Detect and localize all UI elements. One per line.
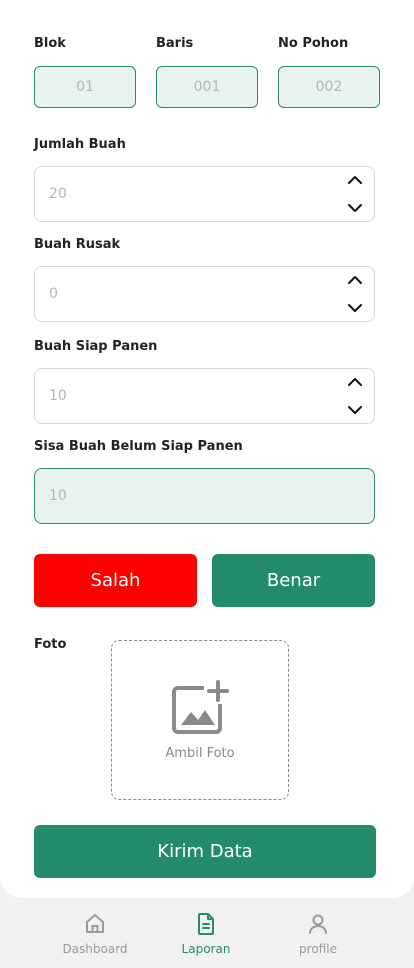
nav-profile[interactable]: profile xyxy=(268,912,368,956)
chevron-up-icon[interactable] xyxy=(346,171,364,189)
nav-profile-label: profile xyxy=(299,942,337,956)
jumlah-buah-input[interactable]: 20 xyxy=(34,166,375,222)
baris-field: 001 xyxy=(156,66,258,108)
salah-button[interactable]: Salah xyxy=(34,554,197,607)
chevron-up-icon[interactable] xyxy=(346,373,364,391)
sisa-buah-value: 10 xyxy=(49,488,67,504)
nav-dashboard-label: Dashboard xyxy=(62,942,128,956)
buah-rusak-input[interactable]: 0 xyxy=(34,266,375,322)
baris-label: Baris xyxy=(156,36,194,51)
chevron-up-icon[interactable] xyxy=(346,271,364,289)
no-pohon-field: 002 xyxy=(278,66,380,108)
buah-siap-panen-value: 10 xyxy=(49,388,67,404)
ambil-foto-caption: Ambil Foto xyxy=(165,745,235,761)
baris-value: 001 xyxy=(193,79,221,95)
form-card: Blok Baris No Pohon 01 001 002 Jumlah Bu… xyxy=(0,0,414,898)
blok-field: 01 xyxy=(34,66,136,108)
home-icon xyxy=(83,912,107,940)
sisa-buah-field: 10 xyxy=(34,468,375,524)
chevron-down-icon[interactable] xyxy=(346,299,364,317)
user-icon xyxy=(306,912,330,940)
no-pohon-label: No Pohon xyxy=(278,36,349,51)
buah-rusak-label: Buah Rusak xyxy=(34,237,121,252)
chevron-down-icon[interactable] xyxy=(346,401,364,419)
ambil-foto-dropzone[interactable]: Ambil Foto xyxy=(111,640,289,800)
add-photo-icon xyxy=(170,679,230,740)
buah-siap-panen-label: Buah Siap Panen xyxy=(34,339,158,354)
buah-rusak-value: 0 xyxy=(49,286,58,302)
buah-siap-panen-input[interactable]: 10 xyxy=(34,368,375,424)
jumlah-buah-stepper[interactable] xyxy=(346,171,364,217)
blok-value: 01 xyxy=(76,79,94,95)
nav-dashboard[interactable]: Dashboard xyxy=(45,912,145,956)
document-icon xyxy=(194,912,218,940)
no-pohon-value: 002 xyxy=(315,79,343,95)
nav-laporan[interactable]: Laporan xyxy=(156,912,256,956)
foto-label: Foto xyxy=(34,637,67,652)
jumlah-buah-value: 20 xyxy=(49,186,67,202)
kirim-data-button[interactable]: Kirim Data xyxy=(34,825,376,878)
buah-rusak-stepper[interactable] xyxy=(346,271,364,317)
benar-button[interactable]: Benar xyxy=(212,554,375,607)
jumlah-buah-label: Jumlah Buah xyxy=(34,137,126,152)
chevron-down-icon[interactable] xyxy=(346,199,364,217)
buah-siap-panen-stepper[interactable] xyxy=(346,373,364,419)
sisa-buah-label: Sisa Buah Belum Siap Panen xyxy=(34,439,243,454)
nav-laporan-label: Laporan xyxy=(181,942,231,956)
blok-label: Blok xyxy=(34,36,66,51)
